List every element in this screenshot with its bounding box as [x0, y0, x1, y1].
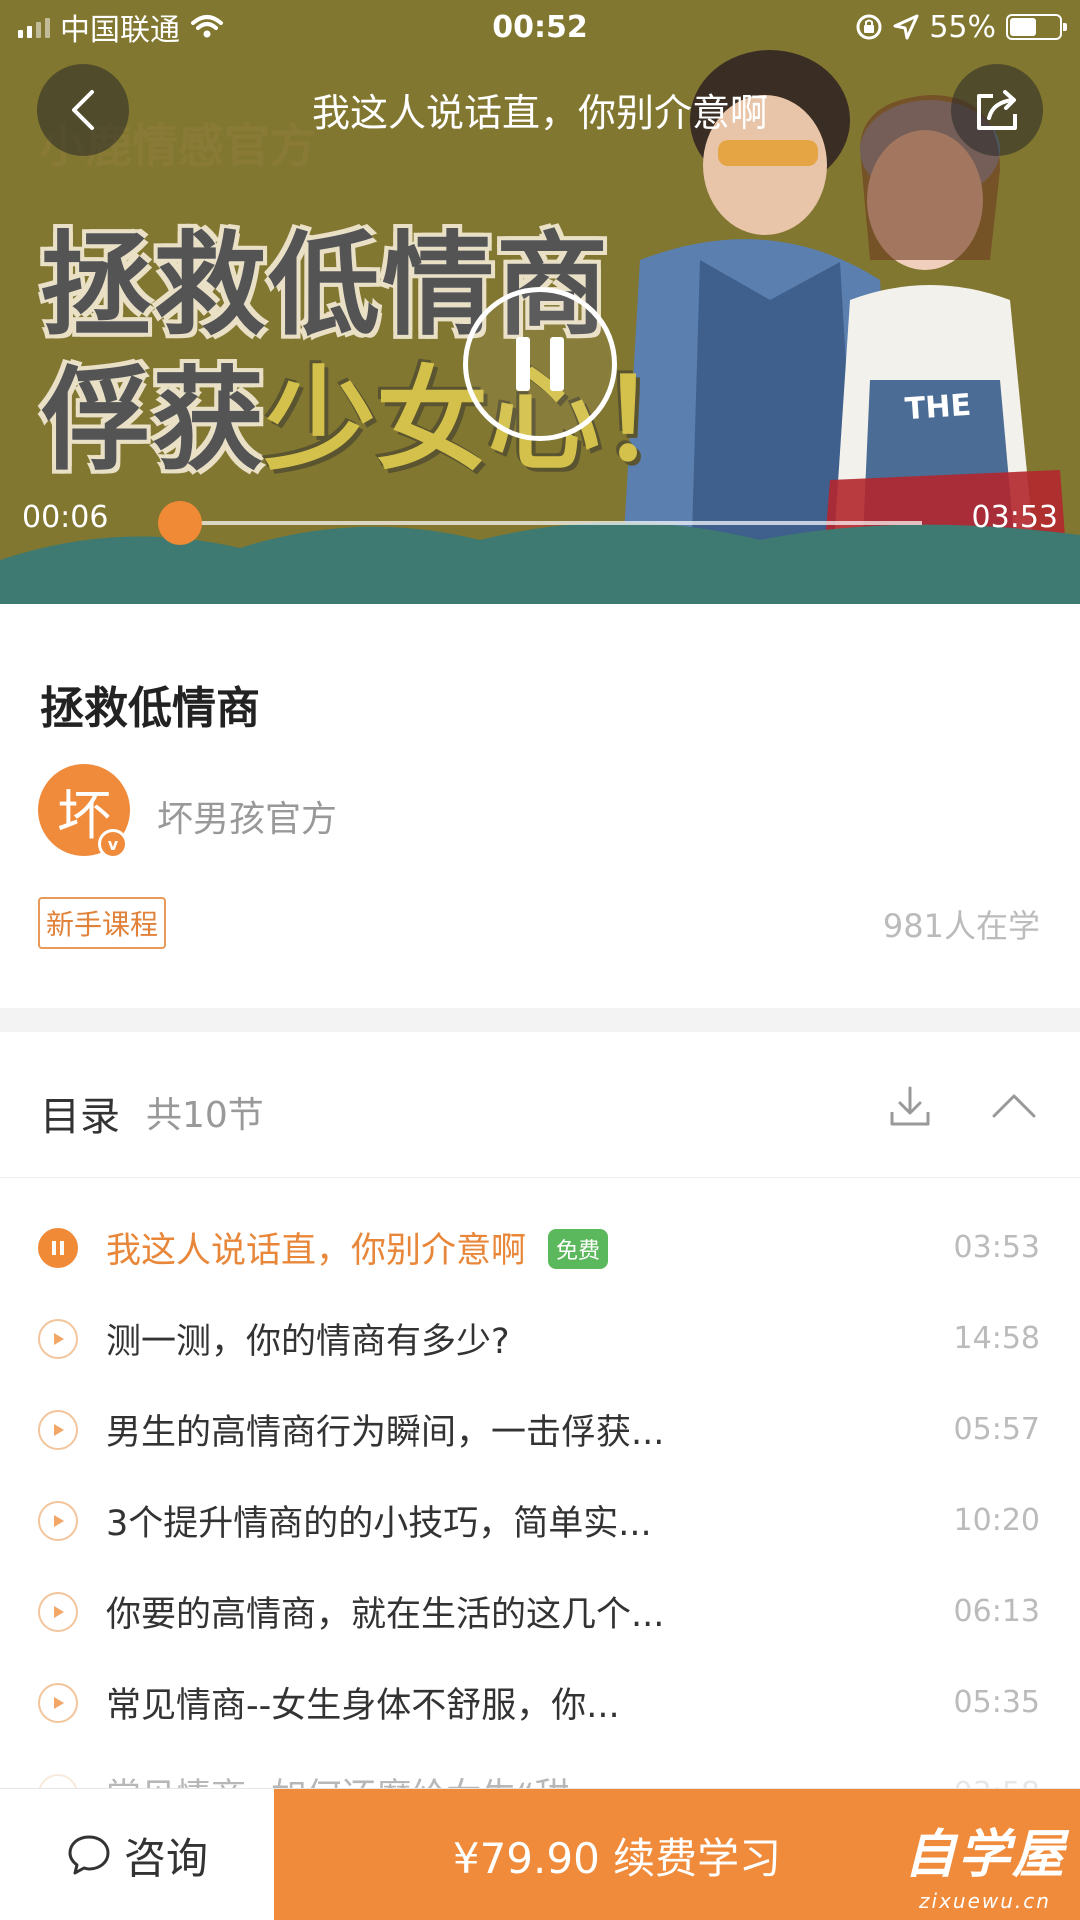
cover-shirt-text: THE — [903, 387, 973, 428]
chapter-title: 测一测，你的情商有多少? — [106, 1322, 510, 1362]
play-icon[interactable] — [38, 1591, 78, 1632]
chapter-count: 共10节 — [146, 1095, 264, 1136]
total-time: 03:53 — [971, 500, 1058, 535]
chapter-duration: 05:35 — [953, 1685, 1040, 1720]
play-icon[interactable] — [38, 1318, 78, 1359]
progress-slider[interactable] — [157, 501, 922, 545]
course-tag: 新手课程 — [38, 897, 167, 949]
catalog-label: 目录 — [40, 1094, 120, 1140]
watermark-text: 自学屋 — [903, 1825, 1066, 1885]
catalog-header: 目录 共10节 — [0, 1032, 1080, 1178]
list-item[interactable]: 你要的高情商，就在生活的这几个... 06:13 — [0, 1566, 1080, 1657]
play-icon[interactable] — [38, 1409, 78, 1450]
wifi-icon — [191, 15, 223, 38]
pause-icon-bar — [550, 337, 564, 391]
chapter-duration: 10:20 — [953, 1503, 1040, 1538]
list-item[interactable]: 测一测，你的情商有多少? 14:58 — [0, 1293, 1080, 1384]
chapter-title: 常见情商--女生身体不舒服，你... — [106, 1686, 620, 1726]
course-title: 拯救低情商 — [40, 683, 260, 734]
cover-headline-2a: 俘获 — [40, 356, 264, 486]
watermark-logo: 自学屋 zixuewu.cn — [904, 1812, 1066, 1913]
list-item[interactable]: 我这人说话直，你别介意啊 免费 03:53 — [0, 1202, 1080, 1293]
pause-icon[interactable] — [38, 1227, 78, 1268]
pause-button[interactable] — [463, 287, 617, 441]
list-item[interactable]: 男生的高情商行为瞬间，一击俘获... 05:57 — [0, 1384, 1080, 1475]
carrier-label: 中国联通 — [60, 13, 180, 48]
chapter-title: 男生的高情商行为瞬间，一击俘获... — [106, 1413, 665, 1453]
consult-label: 咨询 — [123, 1833, 208, 1883]
share-button[interactable] — [951, 64, 1043, 156]
clock: 00:52 — [492, 9, 588, 45]
author-name[interactable]: 坏男孩官方 — [157, 790, 337, 842]
rotation-lock-icon — [856, 14, 882, 40]
chevron-left-icon — [72, 90, 94, 130]
chapter-title: 我这人说话直，你别介意啊 免费 — [106, 1222, 609, 1273]
consult-button[interactable]: 咨询 — [0, 1789, 274, 1920]
chevron-up-icon[interactable] — [990, 1082, 1038, 1130]
status-bar: 中国联通 00:52 55% — [0, 0, 1080, 54]
chapter-duration: 06:13 — [953, 1594, 1040, 1629]
current-time: 00:06 — [22, 500, 109, 535]
pause-icon — [516, 337, 530, 391]
list-item[interactable]: 3个提升情商的的小技巧，简单实... 10:20 — [0, 1475, 1080, 1566]
back-button[interactable] — [37, 64, 129, 156]
battery-icon — [1006, 14, 1067, 40]
chapter-duration: 05:57 — [953, 1412, 1040, 1447]
chapter-title: 3个提升情商的的小技巧，简单实... — [106, 1504, 652, 1544]
chapter-duration: 03:53 — [953, 1230, 1040, 1265]
chapter-duration: 14:58 — [953, 1321, 1040, 1356]
progress-knob[interactable] — [157, 501, 202, 545]
play-icon[interactable] — [38, 1500, 78, 1541]
section-divider — [0, 1008, 1080, 1032]
player-title: 我这人说话直，你别介意啊 — [311, 91, 768, 135]
chapter-list: 我这人说话直，你别介意啊 免费 03:53 测一测，你的情商有多少? 14:58 … — [0, 1202, 1080, 1839]
learner-count: 981人在学 — [882, 907, 1040, 945]
list-item[interactable]: 常见情商--女生身体不舒服，你... 05:35 — [0, 1657, 1080, 1748]
free-badge: 免费 — [548, 1229, 609, 1269]
chat-bubble-icon — [68, 1835, 110, 1875]
share-icon — [977, 90, 1017, 130]
play-icon[interactable] — [38, 1682, 78, 1723]
watermark-url: zixuewu.cn — [919, 1889, 1051, 1913]
chapter-title: 你要的高情商，就在生活的这几个... — [106, 1595, 665, 1635]
verified-icon: v — [98, 829, 128, 859]
chapter-title-text: 我这人说话直，你别介意啊 — [106, 1231, 527, 1271]
download-icon[interactable] — [886, 1082, 934, 1130]
signal-icon — [18, 16, 50, 38]
battery-percent: 55% — [929, 9, 996, 45]
location-icon — [893, 14, 919, 40]
